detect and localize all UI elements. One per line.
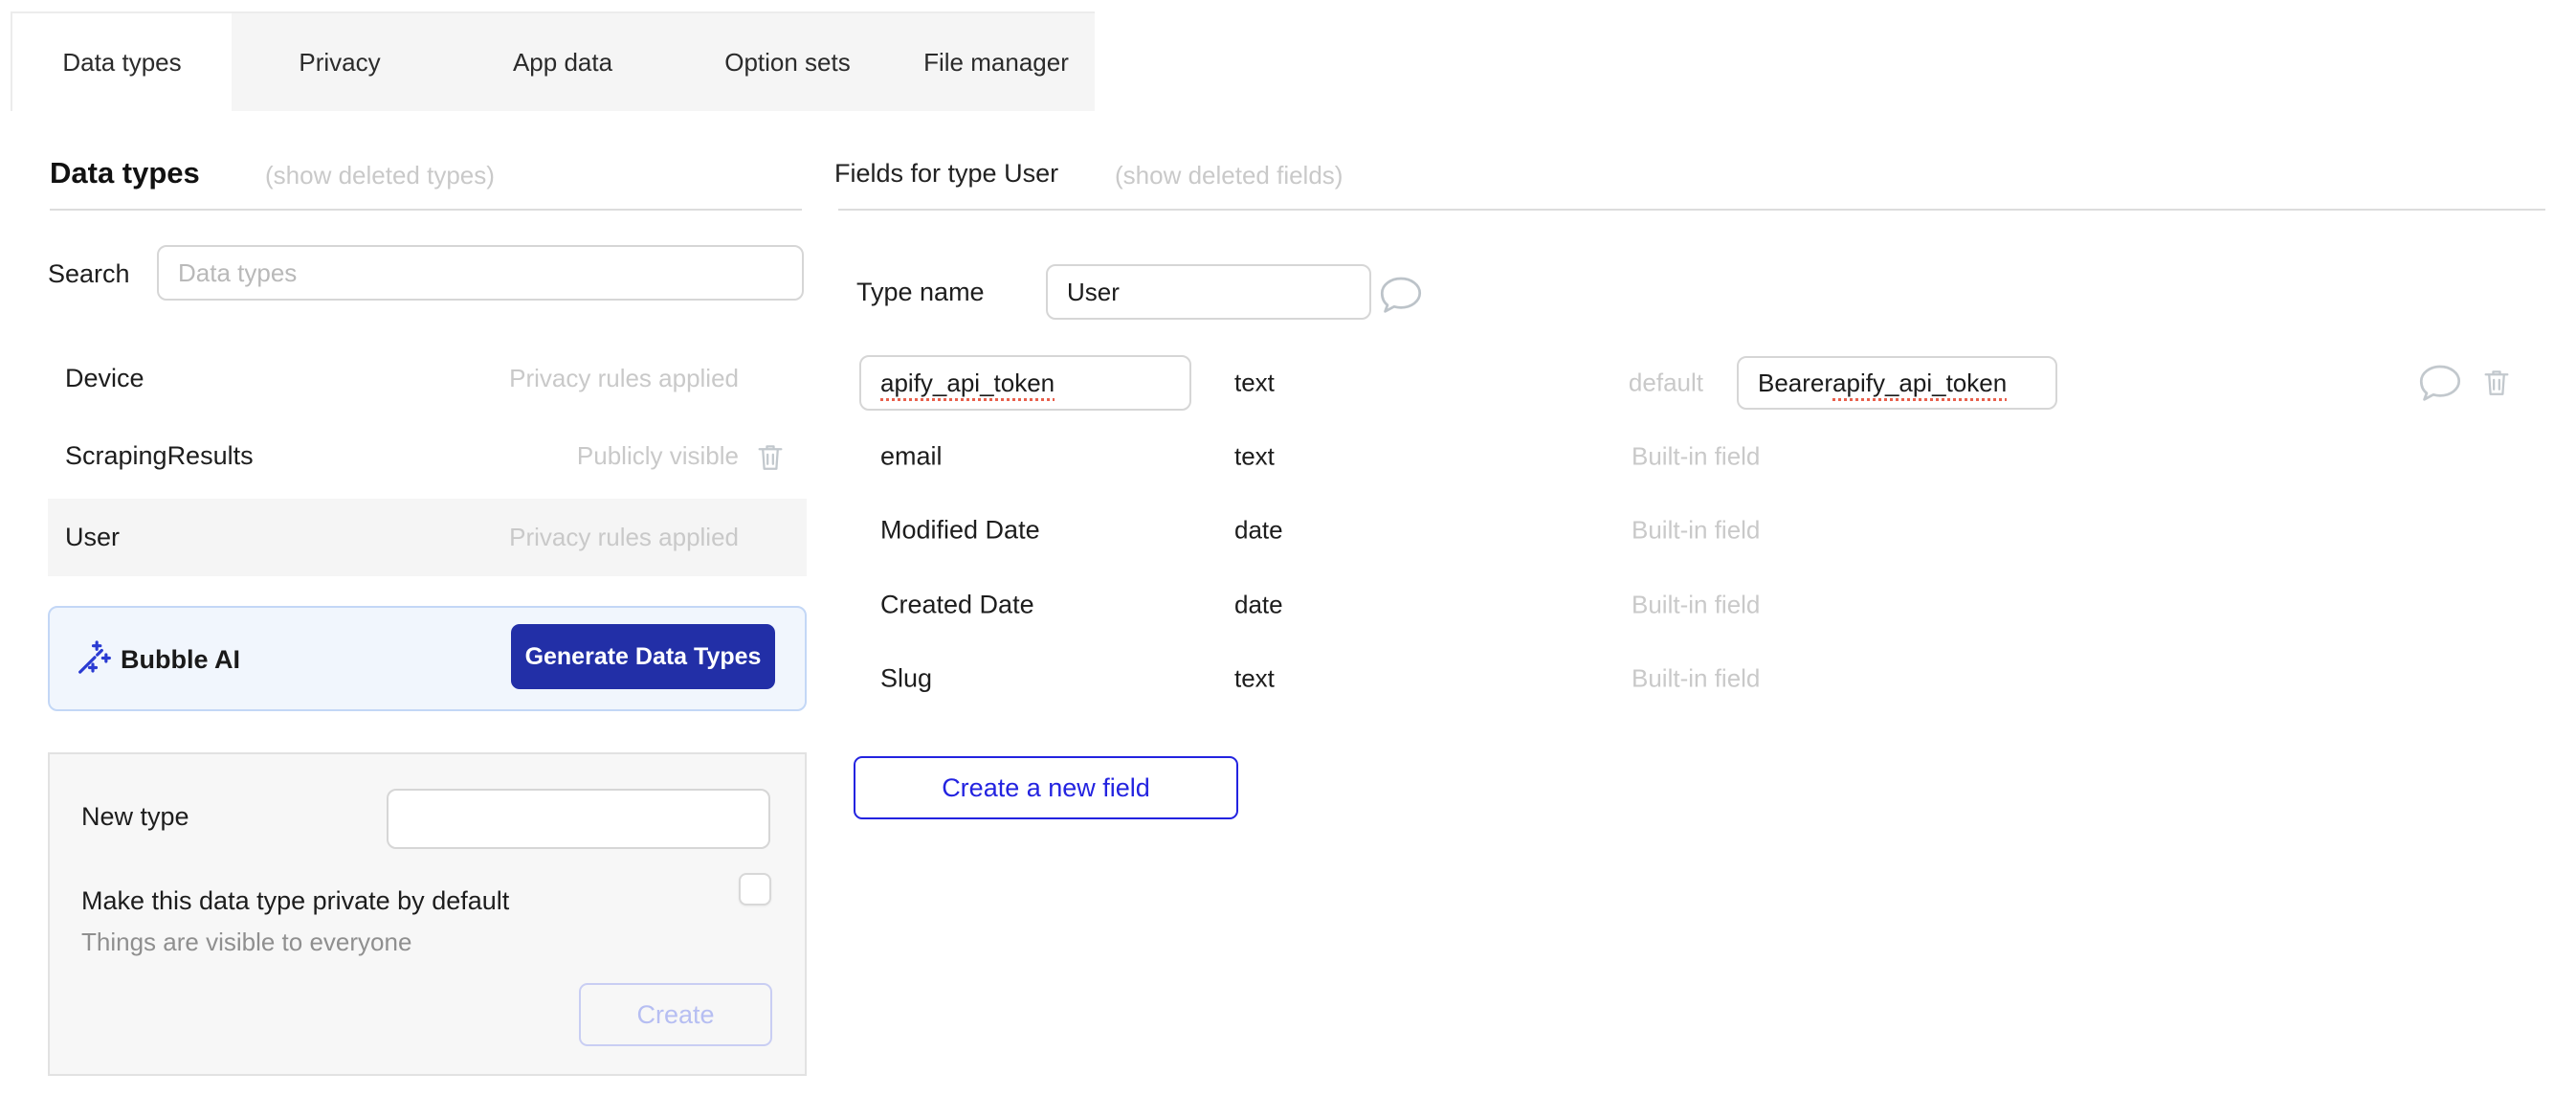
field-row-modified-date: Modified Date date Built-in field [842,501,2555,560]
comment-bubble-icon[interactable] [1378,275,1424,315]
type-name: User [65,523,120,552]
field-row-created-date: Created Date date Built-in field [842,575,2555,635]
show-deleted-fields-link[interactable]: (show deleted fields) [1115,161,1343,190]
left-divider [50,209,802,211]
type-status: Publicly visible [577,441,739,471]
type-name: Device [65,364,144,393]
default-value-prefix: Bearer [1758,369,1832,398]
field-status: Built-in field [1632,664,1760,694]
new-type-card: New type Make this data type private by … [48,752,807,1076]
field-type: text [1234,664,1275,694]
bubble-ai-label: Bubble AI [121,645,240,675]
search-input[interactable] [157,245,804,301]
type-status: Privacy rules applied [509,523,739,552]
type-status: Privacy rules applied [509,364,739,393]
field-row-apify-api-token: apify_api_token text default Bearer apif… [842,352,2555,414]
fields-heading: Fields for type User [834,159,1058,189]
tab-file-manager[interactable]: File manager [898,13,1095,111]
delete-field-icon[interactable] [2480,363,2513,401]
field-row-email: email text Built-in field [842,427,2555,486]
bubble-ai-card: Bubble AI Generate Data Types [48,606,807,711]
type-name: ScrapingResults [65,441,254,471]
field-status: Built-in field [1632,591,1760,620]
private-by-default-label: Make this data type private by default [81,886,509,916]
field-type: date [1234,516,1283,546]
generate-data-types-button[interactable]: Generate Data Types [511,624,775,689]
private-by-default-checkbox[interactable] [739,873,771,906]
field-status: Built-in field [1632,516,1760,546]
magic-wand-icon [74,639,112,678]
visibility-note: Things are visible to everyone [81,928,411,957]
bubble-editor-data-tab: Data types Privacy App data Option sets … [0,0,2576,1118]
field-name-value: apify_api_token [880,369,1055,398]
field-row-slug: Slug text Built-in field [842,649,2555,708]
default-value-input[interactable]: Bearer apify_api_token [1737,356,2057,410]
right-divider [838,209,2545,211]
tab-option-sets[interactable]: Option sets [677,13,898,111]
data-section-tabbar: Data types Privacy App data Option sets … [11,11,1095,111]
field-name: Created Date [880,591,1034,620]
tab-data-types[interactable]: Data types [12,13,232,111]
field-name: email [880,442,943,472]
field-type: text [1234,442,1275,472]
data-types-heading: Data types [50,156,200,190]
field-type: date [1234,591,1283,620]
new-type-label: New type [81,802,189,832]
create-type-button[interactable]: Create [579,983,772,1046]
default-label: default [1608,369,1703,398]
create-new-field-button[interactable]: Create a new field [854,756,1238,819]
field-name: Modified Date [880,516,1040,546]
field-status: Built-in field [1632,442,1760,472]
new-type-input[interactable] [387,789,770,849]
comment-bubble-icon[interactable] [2417,363,2463,403]
delete-type-icon[interactable] [754,437,787,476]
default-value-token: apify_api_token [1832,369,2007,398]
show-deleted-types-link[interactable]: (show deleted types) [265,161,495,190]
field-name: Slug [880,664,932,694]
type-row-scrapingresults[interactable]: ScrapingResults Publicly visible [48,417,807,495]
tab-app-data[interactable]: App data [448,13,677,111]
search-label: Search [48,259,130,289]
field-type: text [1234,369,1275,398]
type-row-device[interactable]: Device Privacy rules applied [48,340,807,417]
type-name-input[interactable] [1046,264,1371,320]
tab-privacy[interactable]: Privacy [232,13,448,111]
type-name-label: Type name [856,278,985,307]
field-name-input[interactable]: apify_api_token [859,355,1191,411]
type-row-user[interactable]: User Privacy rules applied [48,499,807,576]
